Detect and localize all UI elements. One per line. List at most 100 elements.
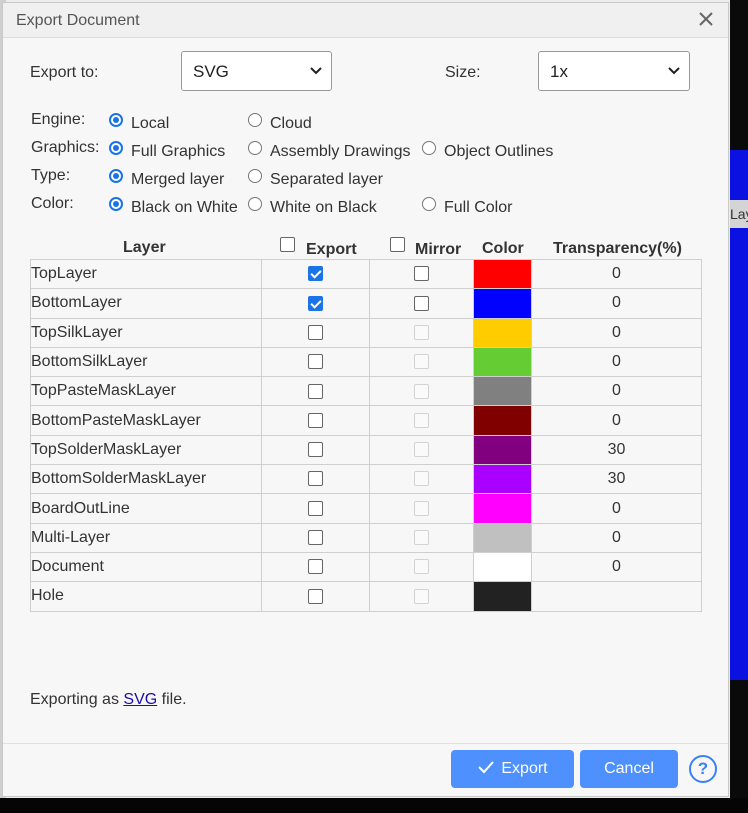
mirror-checkbox[interactable]	[414, 266, 429, 282]
mirror-cell	[369, 405, 474, 436]
graphics-outlines-radio[interactable]	[422, 141, 436, 155]
layer-color-swatch[interactable]	[473, 317, 532, 348]
export-checkbox[interactable]	[308, 266, 323, 282]
transparency-value[interactable]: 0	[531, 288, 702, 319]
transparency-value[interactable]: 0	[531, 346, 702, 378]
layer-name: TopPasteMaskLayer	[30, 376, 262, 407]
mirror-all-checkbox-wrap[interactable]	[390, 236, 405, 254]
mirror-cell	[369, 258, 474, 290]
layer-name: BottomLayer	[30, 288, 262, 319]
export-cell	[261, 493, 370, 524]
cancel-button[interactable]: Cancel	[580, 750, 678, 788]
export-cell	[261, 434, 370, 466]
export-cell	[261, 581, 370, 612]
dialog-titlebar[interactable]: Export Document	[3, 3, 728, 38]
size-select[interactable]: 1x	[538, 51, 690, 91]
mirror-all-checkbox[interactable]	[390, 237, 405, 253]
transparency-value[interactable]: 0	[531, 551, 702, 583]
export-checkbox[interactable]	[308, 500, 323, 516]
engine-local-label: Local	[131, 115, 170, 132]
color-bw-label: Black on White	[131, 199, 238, 216]
transparency-value[interactable]: 30	[531, 464, 702, 495]
export-format-select[interactable]: SVG	[181, 51, 332, 91]
export-checkbox[interactable]	[308, 325, 323, 340]
graphics-label: Graphics:	[31, 139, 100, 156]
export-cell	[261, 522, 370, 553]
help-icon[interactable]: ?	[689, 755, 717, 783]
table-row: Multi-Layer 0	[30, 522, 702, 553]
layer-color-swatch[interactable]	[473, 464, 532, 495]
engine-cloud-radio[interactable]	[248, 113, 262, 127]
export-checkbox[interactable]	[308, 471, 323, 487]
layer-color-swatch[interactable]	[473, 288, 532, 319]
color-label: Color:	[31, 195, 74, 212]
export-all-checkbox-wrap[interactable]	[280, 236, 295, 254]
close-icon[interactable]	[696, 9, 716, 29]
transparency-value[interactable]: 0	[531, 376, 702, 407]
export-button[interactable]: Export	[451, 750, 574, 788]
export-info: Exporting as SVG file.	[30, 691, 187, 709]
layer-color-swatch[interactable]	[473, 493, 532, 524]
graphics-assembly-radio[interactable]	[248, 141, 262, 155]
export-checkbox[interactable]	[308, 559, 323, 575]
mirror-checkbox	[414, 383, 429, 399]
mirror-checkbox	[414, 442, 429, 458]
graphics-full-radio[interactable]	[109, 141, 123, 155]
export-checkbox[interactable]	[308, 295, 323, 311]
layer-name: Hole	[30, 581, 262, 612]
export-info-prefix: Exporting as	[30, 691, 119, 708]
transparency-value[interactable]: 0	[531, 522, 702, 553]
export-checkbox[interactable]	[308, 588, 323, 604]
engine-local-radio[interactable]	[109, 113, 123, 127]
color-column-header: Color	[482, 240, 524, 257]
color-full-radio[interactable]	[422, 197, 436, 211]
color-wb-label: White on Black	[270, 199, 377, 216]
layer-name: BottomPasteMaskLayer	[30, 405, 262, 436]
size-value: 1x	[550, 62, 568, 81]
transparency-value[interactable]: 0	[531, 317, 702, 348]
layer-table-header: Layer Export Mirror Color Transparency(%…	[30, 235, 706, 261]
export-checkbox[interactable]	[308, 442, 323, 458]
layer-color-swatch[interactable]	[473, 376, 532, 407]
export-cell	[261, 551, 370, 583]
table-row: TopLayer 0	[30, 258, 702, 290]
layer-color-swatch[interactable]	[473, 258, 532, 290]
export-checkbox[interactable]	[308, 354, 323, 370]
color-bw-radio[interactable]	[109, 197, 123, 211]
layer-color-swatch[interactable]	[473, 551, 532, 583]
background-layer-tab[interactable]: Lay	[730, 200, 748, 228]
layer-color-swatch[interactable]	[473, 522, 532, 553]
mirror-checkbox[interactable]	[414, 295, 429, 311]
layer-color-swatch[interactable]	[473, 581, 532, 612]
export-all-checkbox[interactable]	[280, 237, 295, 253]
size-label: Size:	[445, 64, 481, 81]
transparency-value[interactable]: 30	[531, 434, 702, 466]
export-checkbox[interactable]	[308, 383, 323, 399]
export-checkbox[interactable]	[308, 412, 323, 428]
color-full-label: Full Color	[444, 199, 513, 216]
export-checkbox[interactable]	[308, 530, 323, 546]
mirror-cell	[369, 522, 474, 553]
cancel-button-label: Cancel	[604, 760, 654, 777]
check-icon	[478, 761, 495, 774]
layer-color-swatch[interactable]	[473, 434, 532, 466]
export-cell	[261, 258, 370, 290]
mirror-checkbox	[414, 325, 429, 340]
svg-format-link[interactable]: SVG	[123, 691, 157, 708]
export-cell	[261, 376, 370, 407]
transparency-value[interactable]	[531, 581, 702, 612]
type-merged-radio[interactable]	[109, 169, 123, 183]
layer-table-body: TopLayer 0 BottomLayer 0 TopSilkLayer 0 Bottom…	[30, 258, 702, 612]
color-wb-radio[interactable]	[248, 197, 262, 211]
export-cell	[261, 346, 370, 378]
layer-color-swatch[interactable]	[473, 405, 532, 436]
transparency-value[interactable]: 0	[531, 493, 702, 524]
transparency-value[interactable]: 0	[531, 258, 702, 290]
export-document-dialog: Export Document Export to: SVG Size: 1x …	[2, 2, 729, 797]
transparency-value[interactable]: 0	[531, 405, 702, 436]
mirror-cell	[369, 376, 474, 407]
table-row: BottomSolderMaskLayer 30	[30, 464, 702, 495]
mirror-checkbox	[414, 354, 429, 370]
type-separated-radio[interactable]	[248, 169, 262, 183]
layer-color-swatch[interactable]	[473, 346, 532, 378]
